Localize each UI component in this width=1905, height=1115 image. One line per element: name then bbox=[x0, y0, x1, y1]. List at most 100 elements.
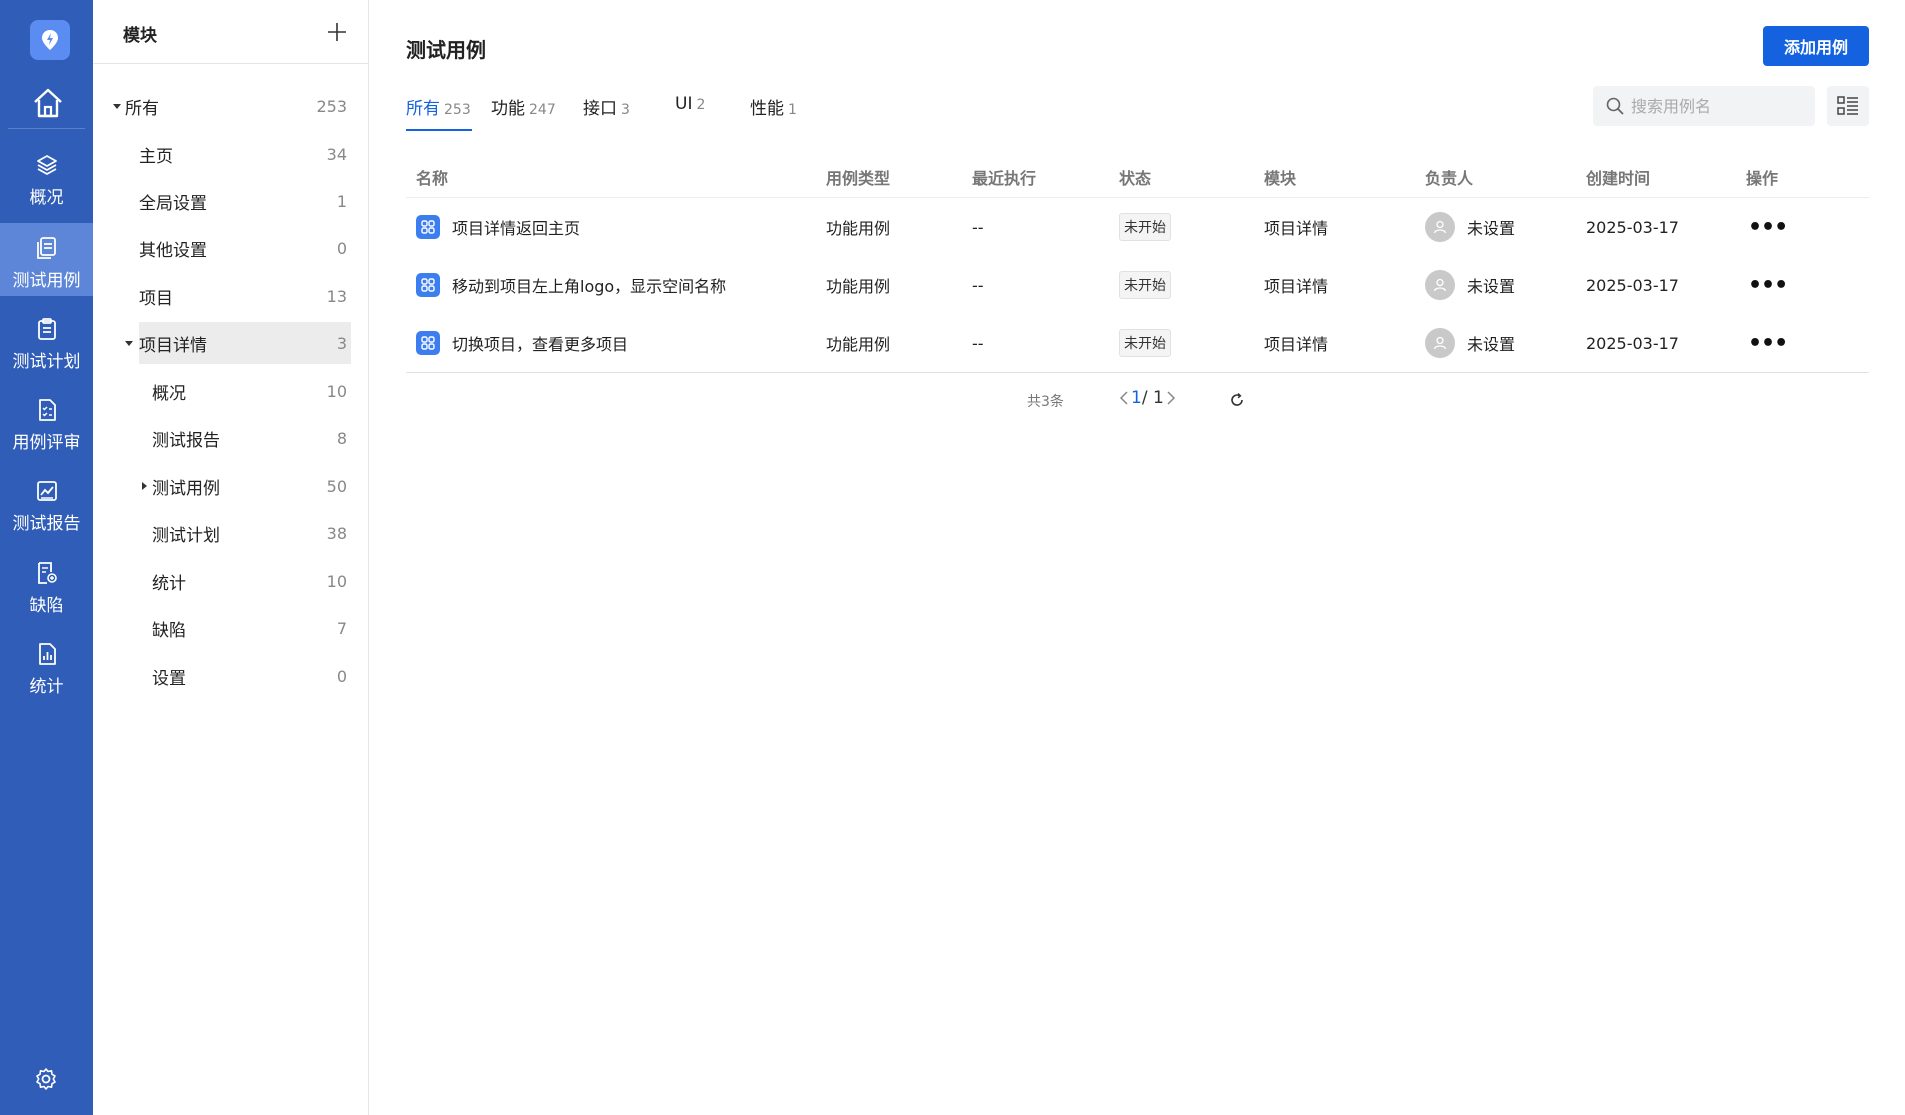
caret-right-icon[interactable] bbox=[138, 480, 150, 492]
col-header-created[interactable]: 创建时间 bbox=[1586, 165, 1650, 189]
tree-node-label: 全局设置 bbox=[139, 193, 207, 214]
tree-node-defects[interactable]: 缺陷 7 bbox=[152, 607, 351, 649]
search-icon bbox=[1606, 97, 1624, 115]
more-actions-icon[interactable]: ••• bbox=[1748, 273, 1788, 298]
status-badge: 未开始 bbox=[1119, 213, 1171, 241]
tree-node-project-detail[interactable]: 项目详情 3 bbox=[125, 322, 351, 364]
tree-node-test-report[interactable]: 测试报告 8 bbox=[152, 417, 351, 459]
tab-count: 1 bbox=[788, 102, 797, 118]
tab-count: 3 bbox=[621, 102, 630, 118]
rail-item-testcases[interactable]: 测试用例 bbox=[0, 223, 93, 296]
cell-owner[interactable]: 未设置 bbox=[1467, 273, 1515, 297]
testcase-icon bbox=[36, 237, 56, 259]
col-header-owner[interactable]: 负责人 bbox=[1425, 165, 1473, 189]
rail-item-defects[interactable]: 缺陷 bbox=[0, 548, 93, 621]
tree-node-count: 34 bbox=[326, 144, 347, 164]
tab-functional[interactable]: 功能 247 bbox=[491, 94, 556, 119]
avatar bbox=[1425, 212, 1455, 242]
col-header-type[interactable]: 用例类型 bbox=[826, 165, 890, 189]
tab-performance[interactable]: 性能 1 bbox=[750, 94, 797, 119]
tree-node-count: 7 bbox=[336, 618, 347, 638]
tree-node-settings[interactable]: 设置 0 bbox=[152, 655, 351, 697]
testcase-grid-icon bbox=[416, 273, 440, 297]
view-toggle-button[interactable] bbox=[1827, 86, 1869, 126]
tree-node-label: 项目详情 bbox=[139, 335, 207, 356]
table-row[interactable]: 移动到项目左上角logo，显示空间名称 功能用例 -- 未开始 项目详情 未设置… bbox=[406, 256, 1869, 314]
rail-item-stats[interactable]: 统计 bbox=[0, 629, 93, 702]
testcase-name-link[interactable]: 切换项目，查看更多项目 bbox=[452, 331, 628, 355]
testcase-name-link[interactable]: 项目详情返回主页 bbox=[452, 215, 580, 239]
tree-node-label: 设置 bbox=[152, 668, 186, 689]
tree-node-global-settings[interactable]: 全局设置 1 bbox=[139, 180, 351, 222]
tree-node-label: 缺陷 bbox=[152, 620, 186, 641]
cell-last-run: -- bbox=[972, 217, 984, 237]
col-header-module[interactable]: 模块 bbox=[1264, 165, 1296, 189]
tree-node-all[interactable]: 所有 253 bbox=[111, 85, 351, 127]
cell-owner[interactable]: 未设置 bbox=[1467, 331, 1515, 355]
tree-node-count: 38 bbox=[326, 523, 347, 543]
more-actions-icon[interactable]: ••• bbox=[1748, 215, 1788, 240]
main-content: 测试用例 添加用例 所有 253 功能 247 接口 3 UI 2 性能 1 搜… bbox=[369, 0, 1905, 1115]
cell-module: 项目详情 bbox=[1264, 277, 1329, 296]
tree-node-label: 概况 bbox=[152, 383, 186, 404]
home-icon[interactable] bbox=[30, 85, 66, 121]
testcase-name-link[interactable]: 移动到项目左上角logo，显示空间名称 bbox=[452, 273, 726, 297]
caret-down-icon[interactable] bbox=[123, 337, 135, 349]
rail-item-testplan[interactable]: 测试计划 bbox=[0, 304, 93, 377]
rail-item-label: 概况 bbox=[29, 188, 64, 208]
cell-type: 功能用例 bbox=[826, 277, 891, 296]
avatar bbox=[1425, 328, 1455, 358]
settings-gear-icon[interactable] bbox=[33, 1066, 59, 1092]
tree-node-project[interactable]: 项目 13 bbox=[139, 275, 351, 317]
tree-node-other-settings[interactable]: 其他设置 0 bbox=[139, 227, 351, 269]
table-row[interactable]: 切换项目，查看更多项目 功能用例 -- 未开始 项目详情 未设置 2025-03… bbox=[406, 314, 1869, 372]
app-logo[interactable] bbox=[30, 20, 70, 60]
chevron-left-icon[interactable] bbox=[1117, 389, 1131, 407]
tab-api[interactable]: 接口 3 bbox=[583, 94, 630, 119]
table-row[interactable]: 项目详情返回主页 功能用例 -- 未开始 项目详情 未设置 2025-03-17… bbox=[406, 198, 1869, 256]
cell-created: 2025-03-17 bbox=[1586, 217, 1679, 237]
rail-item-review[interactable]: 用例评审 bbox=[0, 385, 93, 458]
tree-node-label: 测试报告 bbox=[152, 430, 220, 451]
bar-chart-icon bbox=[38, 643, 56, 665]
rail-item-label: 用例评审 bbox=[12, 433, 81, 453]
chevron-right-icon[interactable] bbox=[1164, 389, 1178, 407]
tree-node-label: 项目 bbox=[139, 288, 173, 309]
tab-label: 所有 bbox=[406, 99, 440, 119]
cell-last-run: -- bbox=[972, 333, 984, 353]
cell-owner[interactable]: 未设置 bbox=[1467, 215, 1515, 239]
col-header-status[interactable]: 状态 bbox=[1119, 165, 1151, 189]
col-header-name[interactable]: 名称 bbox=[416, 165, 448, 189]
pagination: 1 / 1 bbox=[1117, 388, 1178, 408]
tab-ui[interactable]: UI 2 bbox=[675, 94, 705, 114]
col-header-last-run[interactable]: 最近执行 bbox=[972, 165, 1036, 189]
status-badge: 未开始 bbox=[1119, 329, 1171, 357]
tree-node-overview[interactable]: 概况 10 bbox=[152, 370, 351, 412]
add-testcase-button[interactable]: 添加用例 bbox=[1763, 26, 1869, 66]
rail-item-overview[interactable]: 概况 bbox=[0, 140, 93, 213]
tree-node-count: 3 bbox=[336, 333, 347, 353]
rail-item-report[interactable]: 测试报告 bbox=[0, 466, 93, 539]
tree-node-statistics[interactable]: 统计 10 bbox=[152, 560, 351, 602]
tree-node-test-plan[interactable]: 测试计划 38 bbox=[152, 512, 351, 554]
tree-node-home[interactable]: 主页 34 bbox=[139, 133, 351, 175]
active-tab-indicator bbox=[406, 129, 472, 131]
refresh-icon[interactable] bbox=[1227, 390, 1247, 410]
caret-down-icon[interactable] bbox=[111, 100, 123, 112]
cell-created: 2025-03-17 bbox=[1586, 275, 1679, 295]
tree-node-label: 测试计划 bbox=[152, 525, 220, 546]
pagination-current[interactable]: 1 bbox=[1131, 388, 1142, 408]
search-input[interactable] bbox=[1631, 96, 1801, 116]
tab-all[interactable]: 所有 253 bbox=[406, 94, 471, 119]
tab-label: 接口 bbox=[583, 99, 617, 119]
page-title: 测试用例 bbox=[406, 38, 486, 62]
tab-label: 性能 bbox=[750, 99, 784, 119]
tree-node-label: 所有 bbox=[125, 98, 159, 119]
add-module-plus-icon[interactable] bbox=[325, 20, 349, 44]
testcase-grid-icon bbox=[416, 331, 440, 355]
search-box[interactable] bbox=[1593, 86, 1815, 126]
more-actions-icon[interactable]: ••• bbox=[1748, 331, 1788, 356]
tree-node-test-case[interactable]: 测试用例 50 bbox=[142, 465, 351, 507]
nav-rail: 概况 测试用例 测试计划 用例评审 测试报告 缺陷 统计 bbox=[0, 0, 93, 1115]
pagination-total-pages: / 1 bbox=[1141, 388, 1164, 408]
